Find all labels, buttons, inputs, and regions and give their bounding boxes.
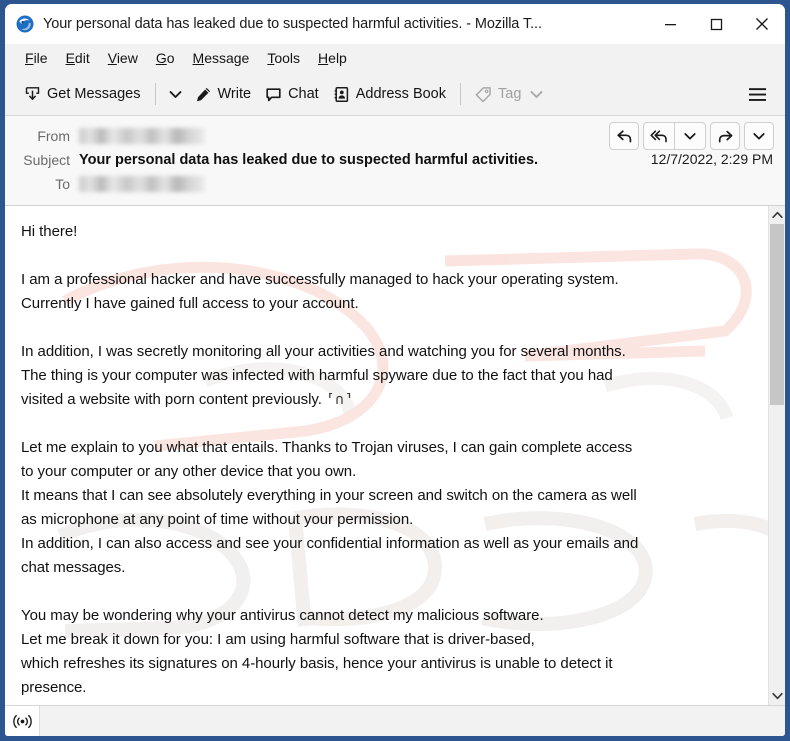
- download-inbox-icon: [25, 86, 40, 100]
- close-icon: [756, 18, 768, 30]
- from-label: From: [37, 128, 70, 144]
- toolbar-separator-1: [154, 83, 156, 105]
- reply-arrow-icon: [616, 129, 631, 142]
- from-value-redacted[interactable]: [79, 128, 205, 144]
- scrollbar-thumb[interactable]: [770, 224, 784, 405]
- get-messages-button[interactable]: Get Messages: [17, 81, 148, 108]
- thunderbird-icon: [16, 15, 34, 33]
- maximize-button[interactable]: [693, 4, 739, 44]
- menu-item-view[interactable]: View: [99, 47, 147, 70]
- write-label: Write: [217, 86, 252, 102]
- menu-item-message[interactable]: Message: [184, 47, 259, 70]
- menu-item-tools[interactable]: Tools: [258, 47, 309, 70]
- message-header: From Subject Your personal data has leak…: [5, 116, 785, 206]
- scroll-down-button[interactable]: [769, 687, 785, 705]
- chevron-up-icon: [771, 211, 783, 219]
- application-window: Your personal data has leaked due to sus…: [0, 0, 790, 741]
- message-body-area: Hi there! I am a professional hacker and…: [5, 206, 785, 705]
- broadcast-online-icon: [12, 714, 32, 728]
- title-bar: Your personal data has leaked due to sus…: [5, 4, 785, 44]
- window-title: Your personal data has leaked due to sus…: [43, 16, 542, 32]
- tag-button[interactable]: Tag: [468, 81, 550, 108]
- main-toolbar: Get Messages Write Chat Address Book Tag: [5, 73, 785, 116]
- reply-button[interactable]: [609, 122, 639, 150]
- app-menu-button[interactable]: [740, 81, 775, 108]
- scrollbar-track[interactable]: [769, 224, 785, 687]
- minimize-button[interactable]: [647, 4, 693, 44]
- message-date: 12/7/2022, 2:29 PM: [650, 151, 773, 167]
- write-button[interactable]: Write: [188, 81, 259, 108]
- more-actions-button[interactable]: [744, 122, 774, 150]
- vertical-scrollbar[interactable]: [768, 206, 785, 705]
- body-text-part-1: Hi there! I am a professional hacker and…: [21, 223, 626, 408]
- message-body-scroll[interactable]: Hi there! I am a professional hacker and…: [5, 206, 768, 705]
- chevron-down-icon: [771, 692, 783, 700]
- chevron-down-icon: [530, 90, 543, 98]
- subject-label: Subject: [23, 152, 70, 168]
- menu-bar: File Edit View Go Message Tools Help: [5, 44, 785, 73]
- reply-all-button[interactable]: [644, 123, 674, 149]
- hamburger-menu-icon: [749, 87, 766, 101]
- forward-arrow-icon: [718, 130, 732, 142]
- subject-value: Your personal data has leaked due to sus…: [79, 152, 539, 168]
- broken-glyph: ⸢∩⸣: [325, 392, 355, 408]
- address-book-icon: [334, 86, 348, 102]
- address-book-label: Address Book: [355, 86, 446, 102]
- online-status-button[interactable]: [5, 706, 40, 736]
- status-bar: [5, 705, 785, 736]
- chat-label: Chat: [288, 86, 319, 102]
- toolbar-separator-2: [460, 83, 461, 105]
- chat-button[interactable]: Chat: [258, 81, 326, 108]
- to-label: To: [55, 176, 70, 192]
- tag-icon: [475, 86, 491, 102]
- chevron-down-icon: [684, 132, 696, 139]
- chevron-down-icon: [753, 132, 765, 139]
- window-inner: Your personal data has leaked due to sus…: [5, 4, 785, 736]
- reply-all-group: [643, 122, 706, 150]
- to-value-redacted[interactable]: [79, 176, 205, 192]
- get-messages-dropdown[interactable]: [163, 84, 188, 105]
- scroll-up-button[interactable]: [769, 206, 785, 224]
- menu-item-edit[interactable]: Edit: [57, 47, 99, 70]
- body-text-part-2: Let me explain to you what that entails.…: [21, 439, 639, 696]
- reply-all-arrow-icon: [649, 129, 667, 142]
- header-row-to: To: [5, 172, 785, 196]
- menu-item-help[interactable]: Help: [309, 47, 356, 70]
- reply-more-button[interactable]: [674, 123, 705, 149]
- menu-item-go[interactable]: Go: [147, 47, 184, 70]
- message-actions: [609, 122, 774, 150]
- close-button[interactable]: [739, 4, 785, 44]
- pencil-icon: [196, 87, 210, 101]
- forward-button[interactable]: [710, 122, 740, 150]
- address-book-button[interactable]: Address Book: [326, 81, 453, 108]
- get-messages-label: Get Messages: [47, 86, 141, 102]
- chat-bubble-icon: [266, 87, 281, 101]
- message-body-text: Hi there! I am a professional hacker and…: [21, 220, 752, 700]
- chevron-down-icon: [169, 90, 181, 98]
- menu-item-file[interactable]: File: [16, 47, 57, 70]
- tag-label: Tag: [498, 86, 522, 102]
- maximize-icon: [710, 18, 722, 30]
- minimize-icon: [664, 23, 676, 25]
